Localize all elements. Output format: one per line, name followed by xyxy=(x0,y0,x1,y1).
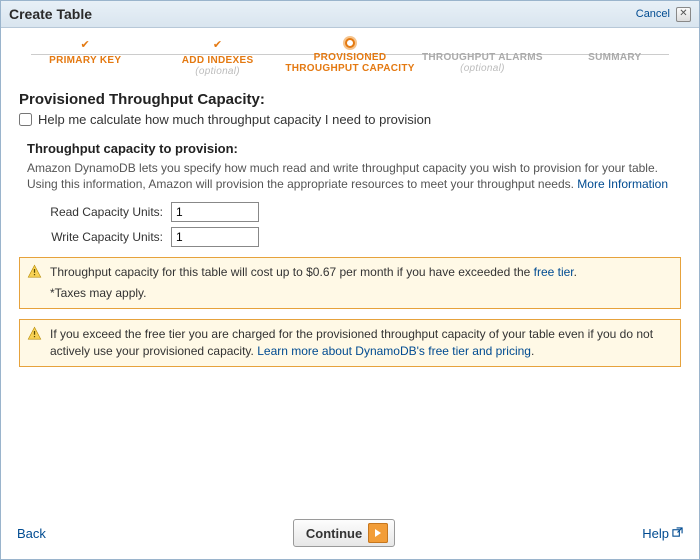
close-icon[interactable]: ✕ xyxy=(676,7,691,22)
read-capacity-input[interactable] xyxy=(171,202,259,222)
wizard-stepper: ✔ PRIMARY KEY ✔ ADD INDEXES (optional) P… xyxy=(1,28,699,91)
taxes-note: *Taxes may apply. xyxy=(50,285,672,302)
step-throughput-capacity[interactable]: PROVISIONED THROUGHPUT CAPACITY xyxy=(284,38,416,74)
check-icon: ✔ xyxy=(19,38,151,51)
step-label: SUMMARY xyxy=(549,52,681,63)
free-tier-alert: If you exceed the free tier you are char… xyxy=(19,319,681,367)
step-sublabel: (optional) xyxy=(416,63,548,74)
page-heading: Provisioned Throughput Capacity: xyxy=(19,91,681,108)
help-calculate-label: Help me calculate how much throughput ca… xyxy=(38,112,431,127)
circle-icon xyxy=(345,38,355,48)
desc-text: Amazon DynamoDB lets you specify how muc… xyxy=(27,161,658,191)
titlebar: Create Table Cancel ✕ xyxy=(1,1,699,28)
continue-button[interactable]: Continue xyxy=(293,519,395,547)
step-add-indexes[interactable]: ✔ ADD INDEXES (optional) xyxy=(151,38,283,77)
section-description: Amazon DynamoDB lets you specify how muc… xyxy=(27,160,681,192)
write-capacity-input[interactable] xyxy=(171,227,259,247)
read-capacity-label: Read Capacity Units: xyxy=(27,205,163,219)
check-icon: ✔ xyxy=(151,38,283,51)
section-title: Throughput capacity to provision: xyxy=(27,141,681,156)
back-link[interactable]: Back xyxy=(17,526,46,541)
continue-label: Continue xyxy=(306,526,362,541)
step-label: ADD INDEXES xyxy=(151,55,283,66)
help-calculate-checkbox[interactable] xyxy=(19,113,32,126)
create-table-dialog: Create Table Cancel ✕ ✔ PRIMARY KEY ✔ AD… xyxy=(0,0,700,560)
warning-icon xyxy=(27,326,42,341)
cost-alert: Throughput capacity for this table will … xyxy=(19,257,681,309)
step-label: PRIMARY KEY xyxy=(19,55,151,66)
step-label: THROUGHPUT ALARMS xyxy=(416,52,548,63)
more-information-link[interactable]: More Information xyxy=(577,177,668,191)
step-sublabel: (optional) xyxy=(151,66,283,77)
cancel-link[interactable]: Cancel xyxy=(636,8,670,20)
pricing-link[interactable]: Learn more about DynamoDB's free tier an… xyxy=(257,344,531,358)
arrow-right-icon xyxy=(368,523,388,543)
content-area: Provisioned Throughput Capacity: Help me… xyxy=(1,91,699,511)
alert-text: Throughput capacity for this table will … xyxy=(50,265,534,279)
external-link-icon xyxy=(672,526,683,541)
step-primary-key[interactable]: ✔ PRIMARY KEY xyxy=(19,38,151,66)
dialog-title: Create Table xyxy=(9,6,92,22)
write-capacity-label: Write Capacity Units: xyxy=(27,230,163,244)
step-throughput-alarms[interactable]: THROUGHPUT ALARMS (optional) xyxy=(416,38,548,74)
alert-text: . xyxy=(531,344,534,358)
footer: Back Continue Help xyxy=(1,511,699,559)
step-label: PROVISIONED THROUGHPUT CAPACITY xyxy=(284,52,416,74)
help-label: Help xyxy=(642,526,669,541)
free-tier-link[interactable]: free tier xyxy=(534,265,574,279)
step-summary[interactable]: SUMMARY xyxy=(549,38,681,63)
alert-text: . xyxy=(574,265,577,279)
warning-icon xyxy=(27,264,42,279)
help-link[interactable]: Help xyxy=(642,526,683,541)
